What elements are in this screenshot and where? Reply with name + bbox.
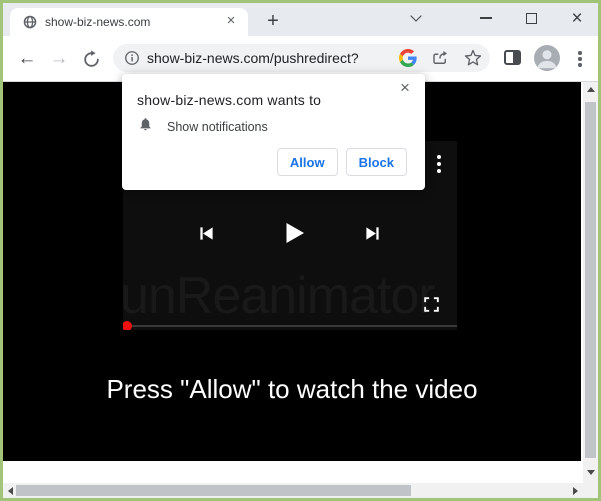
window-menu-chevron-icon[interactable] (405, 3, 427, 33)
block-button[interactable]: Block (346, 148, 407, 176)
window-minimize-button[interactable] (475, 3, 497, 33)
forward-button[interactable]: → (47, 47, 71, 71)
window-maximize-button[interactable] (520, 3, 542, 33)
page-message: Press "Allow" to watch the video (3, 374, 581, 405)
previous-track-button[interactable] (196, 223, 217, 249)
player-watermark: unReanimator (123, 266, 435, 326)
new-tab-button[interactable]: + (261, 10, 285, 34)
google-logo-icon[interactable] (399, 49, 417, 67)
next-track-button[interactable] (362, 223, 383, 249)
fullscreen-icon[interactable] (422, 295, 441, 314)
window-close-button[interactable]: × (566, 3, 588, 33)
horizontal-scrollbar-thumb[interactable] (16, 485, 411, 496)
globe-favicon-icon (23, 15, 37, 29)
scroll-down-arrow-icon[interactable] (587, 470, 595, 475)
progress-handle[interactable] (123, 321, 132, 330)
tab-strip: show-biz-news.com × + × (3, 3, 598, 36)
allow-button[interactable]: Allow (277, 148, 338, 176)
bell-icon (138, 116, 153, 137)
browser-menu-icon[interactable] (572, 47, 588, 71)
vertical-scrollbar-thumb[interactable] (585, 102, 596, 458)
progress-bar[interactable] (127, 325, 457, 327)
horizontal-scrollbar[interactable] (3, 483, 583, 498)
scroll-left-arrow-icon[interactable] (8, 487, 13, 495)
scroll-right-arrow-icon[interactable] (573, 487, 578, 495)
bookmark-star-icon[interactable] (464, 49, 482, 67)
dialog-close-icon[interactable]: × (395, 78, 415, 98)
profile-avatar[interactable] (534, 45, 560, 71)
dialog-title: show-biz-news.com wants to (137, 92, 321, 108)
tab-title: show-biz-news.com (45, 15, 205, 29)
share-icon[interactable] (431, 49, 449, 67)
back-button[interactable]: ← (15, 47, 39, 71)
permission-label: Show notifications (167, 120, 268, 134)
side-panel-icon[interactable] (504, 50, 521, 65)
play-button[interactable] (279, 218, 309, 253)
dialog-buttons: Allow Block (277, 148, 407, 176)
page-info-icon[interactable] (124, 50, 140, 66)
url-text[interactable]: show-biz-news.com/pushredirect? (147, 50, 359, 66)
notification-permission-dialog: × show-biz-news.com wants to Show notifi… (122, 74, 425, 190)
reload-button[interactable] (79, 47, 103, 71)
address-bar[interactable]: show-biz-news.com/pushredirect? (113, 44, 490, 72)
scroll-up-arrow-icon[interactable] (587, 87, 595, 92)
permission-row: Show notifications (138, 116, 268, 137)
browser-tab[interactable]: show-biz-news.com × (10, 8, 248, 36)
desktop-window-frame: show-biz-news.com × + × ← → (0, 0, 601, 501)
tab-close-icon[interactable]: × (222, 12, 240, 30)
vertical-scrollbar[interactable] (583, 82, 598, 498)
player-menu-icon[interactable] (433, 151, 445, 177)
